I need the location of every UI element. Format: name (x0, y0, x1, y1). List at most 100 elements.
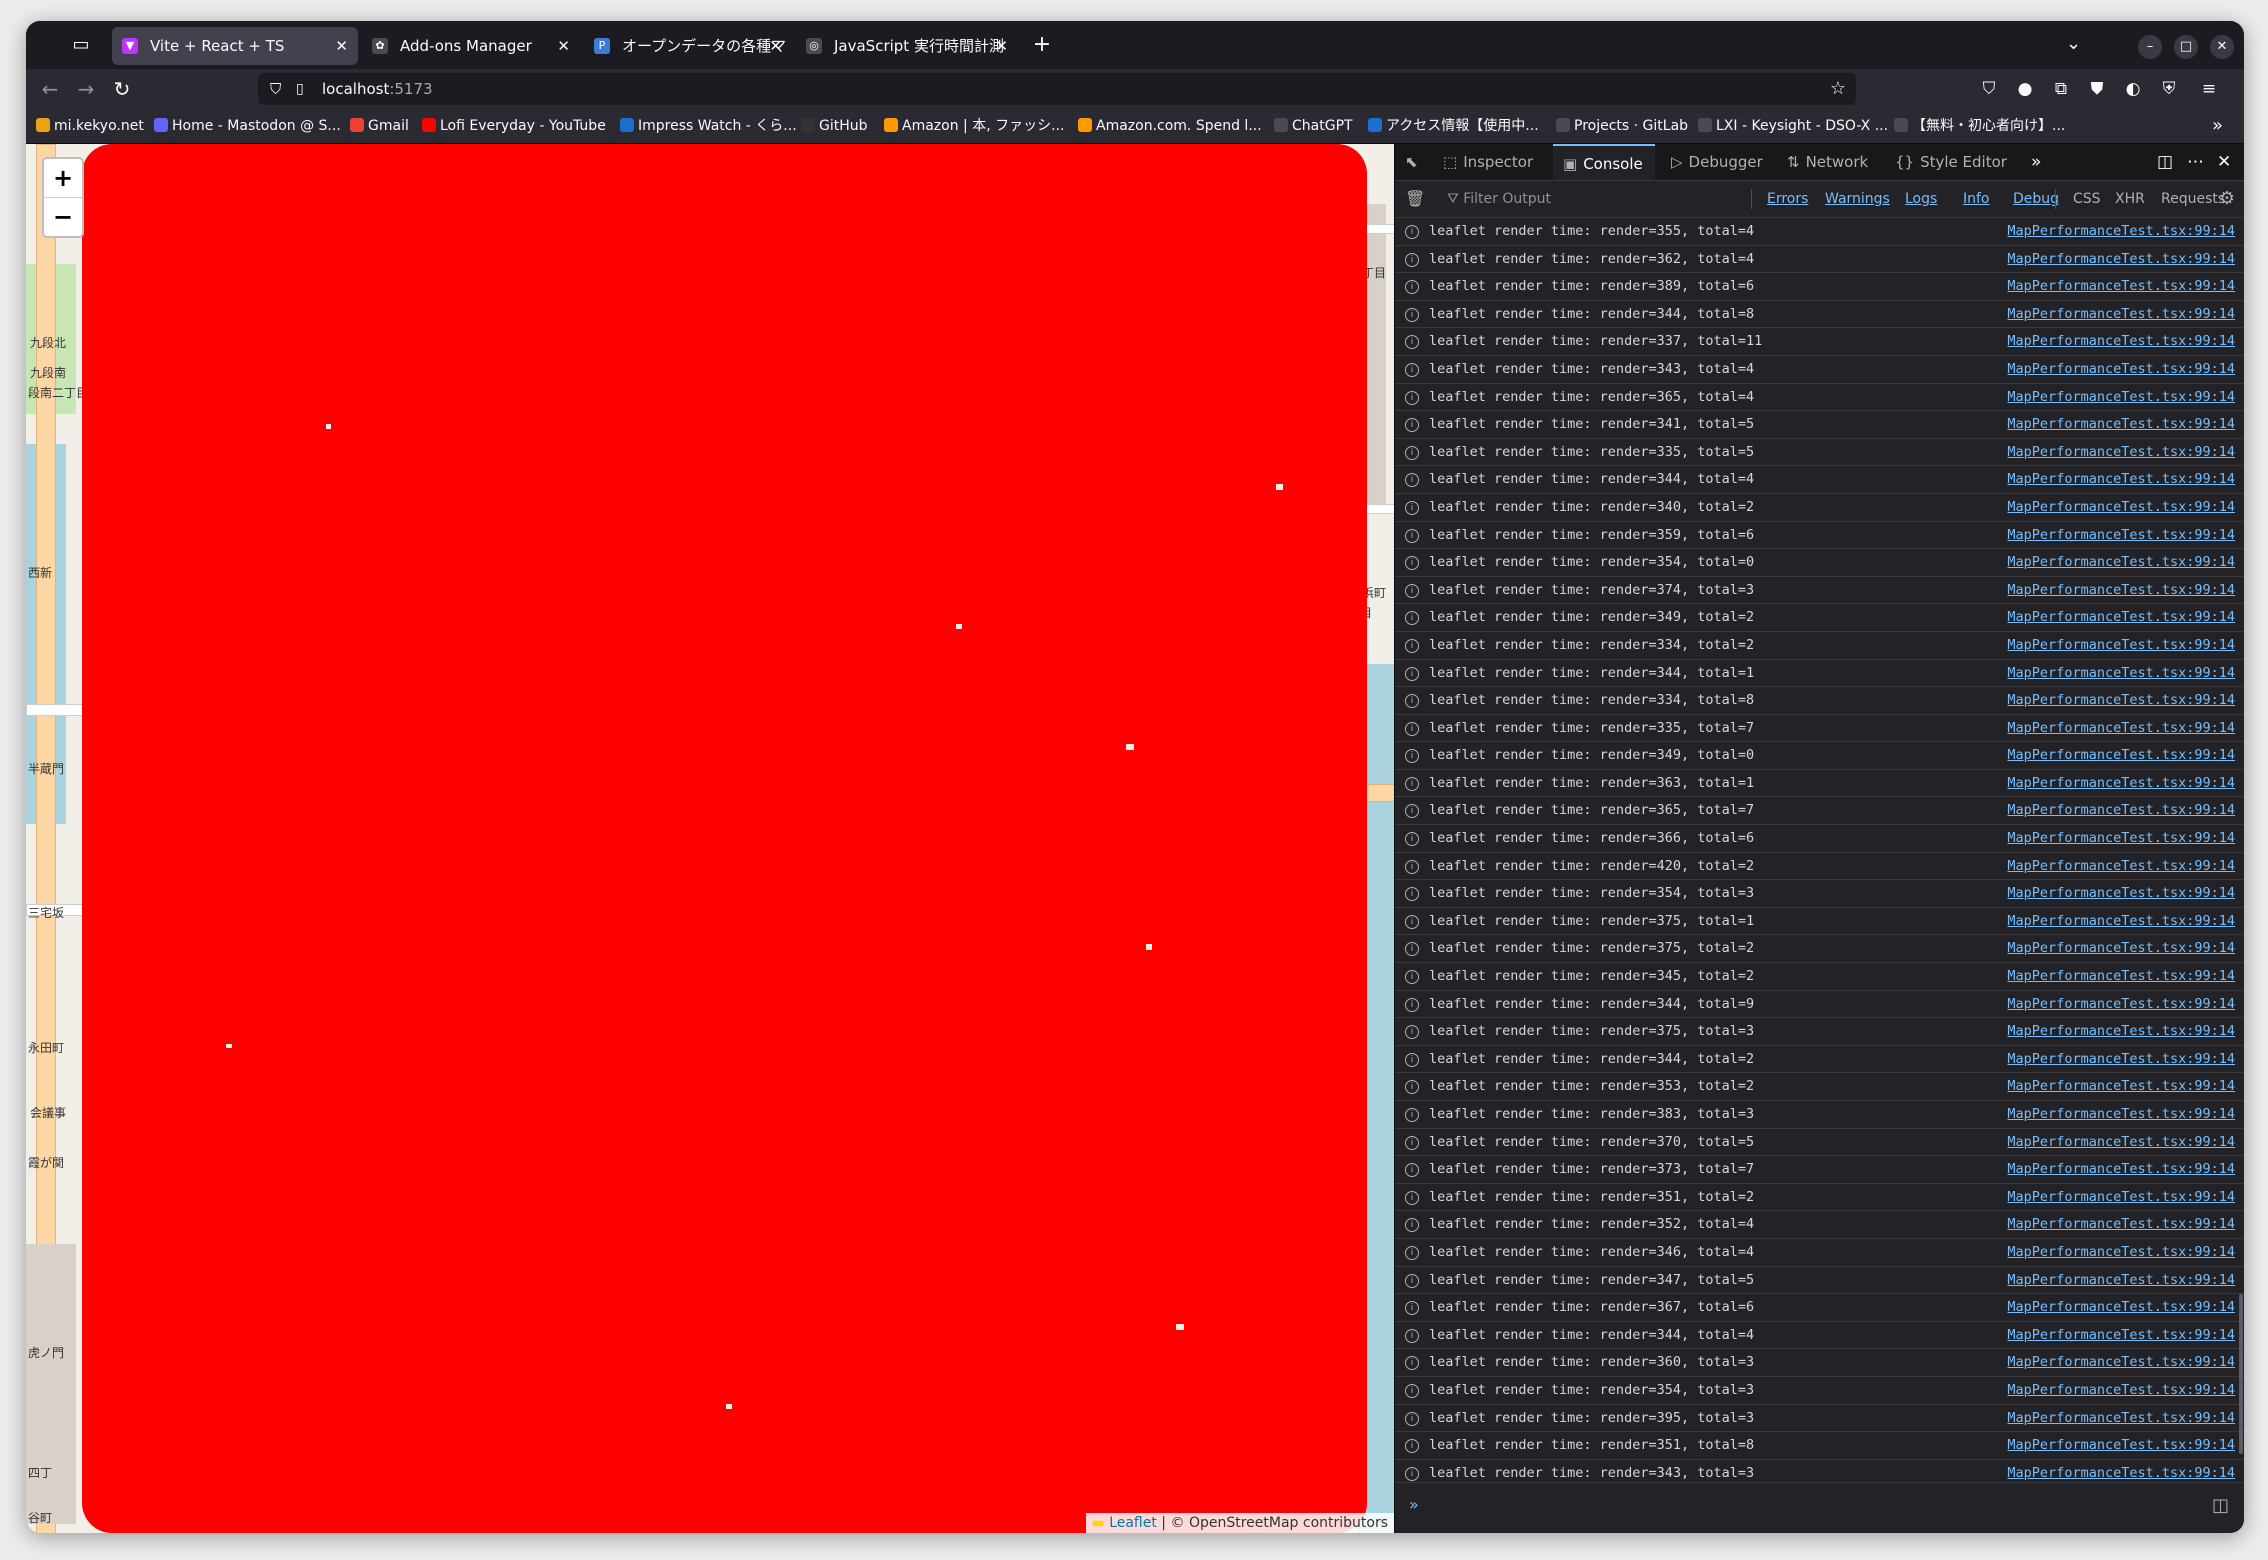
log-source-link[interactable]: MapPerformanceTest.tsx:99:14 (2007, 632, 2235, 659)
editor-mode-icon[interactable]: ◫ (2212, 1495, 2229, 1516)
console-settings-icon[interactable]: ⚙ (2219, 181, 2235, 217)
log-source-link[interactable]: MapPerformanceTest.tsx:99:14 (2007, 577, 2235, 604)
filter-logs[interactable]: Logs (1905, 181, 1937, 217)
filter-requests[interactable]: Requests (2161, 181, 2225, 217)
log-source-link[interactable]: MapPerformanceTest.tsx:99:14 (2007, 935, 2235, 962)
url-bar[interactable]: ⛉ ▯ localhost:5173 ☆ (258, 73, 1856, 105)
log-source-link[interactable]: MapPerformanceTest.tsx:99:14 (2007, 908, 2235, 935)
log-source-link[interactable]: MapPerformanceTest.tsx:99:14 (2007, 991, 2235, 1018)
log-source-link[interactable]: MapPerformanceTest.tsx:99:14 (2007, 1432, 2235, 1459)
translate-icon[interactable]: ◐ (2122, 78, 2144, 100)
log-source-link[interactable]: MapPerformanceTest.tsx:99:14 (2007, 1211, 2235, 1238)
log-source-link[interactable]: MapPerformanceTest.tsx:99:14 (2007, 660, 2235, 687)
extensions-icon[interactable]: ⧉ (2050, 78, 2072, 100)
filter-css[interactable]: CSS (2073, 181, 2101, 217)
log-source-link[interactable]: MapPerformanceTest.tsx:99:14 (2007, 494, 2235, 521)
log-source-link[interactable]: MapPerformanceTest.tsx:99:14 (2007, 1294, 2235, 1321)
close-tab-icon[interactable]: ✕ (335, 27, 348, 65)
log-source-link[interactable]: MapPerformanceTest.tsx:99:14 (2007, 1239, 2235, 1266)
privacy-badger-icon[interactable]: ⛨ (2158, 78, 2180, 100)
log-source-link[interactable]: MapPerformanceTest.tsx:99:14 (2007, 1377, 2235, 1404)
log-source-link[interactable]: MapPerformanceTest.tsx:99:14 (2007, 411, 2235, 438)
log-source-link[interactable]: MapPerformanceTest.tsx:99:14 (2007, 328, 2235, 355)
bookmark-item[interactable]: Projects · GitLab (1556, 109, 1688, 143)
tab-4[interactable]: ◎ JavaScript 実行時間計測 ✕ (796, 27, 1018, 65)
filter-debug[interactable]: Debug (2013, 181, 2059, 217)
minimize-icon[interactable]: – (2138, 35, 2162, 59)
zoom-in-button[interactable]: + (44, 159, 82, 198)
dock-side-icon[interactable]: ◫ (2157, 144, 2173, 180)
log-source-link[interactable]: MapPerformanceTest.tsx:99:14 (2007, 273, 2235, 300)
devtools-tab-network[interactable]: ⇅ Network (1787, 144, 1868, 180)
log-source-link[interactable]: MapPerformanceTest.tsx:99:14 (2007, 963, 2235, 990)
log-source-link[interactable]: MapPerformanceTest.tsx:99:14 (2007, 301, 2235, 328)
log-source-link[interactable]: MapPerformanceTest.tsx:99:14 (2007, 439, 2235, 466)
bookmark-star-icon[interactable]: ☆ (1830, 73, 1846, 105)
log-source-link[interactable]: MapPerformanceTest.tsx:99:14 (2007, 246, 2235, 273)
bookmark-item[interactable]: Amazon | 本, ファッシ... (884, 109, 1064, 143)
clear-console-icon[interactable]: 🗑 (1405, 181, 1425, 217)
log-source-link[interactable]: MapPerformanceTest.tsx:99:14 (2007, 384, 2235, 411)
log-source-link[interactable]: MapPerformanceTest.tsx:99:14 (2007, 825, 2235, 852)
back-icon[interactable]: ← (36, 75, 64, 103)
log-source-link[interactable]: MapPerformanceTest.tsx:99:14 (2007, 1073, 2235, 1100)
page-info-icon[interactable]: ▯ (296, 73, 304, 105)
bookmark-item[interactable]: Home - Mastodon @ S... (154, 109, 341, 143)
marker-cluster-area[interactable] (82, 144, 1367, 1533)
log-source-link[interactable]: MapPerformanceTest.tsx:99:14 (2007, 356, 2235, 383)
more-tools-icon[interactable]: » (2031, 144, 2041, 180)
log-source-link[interactable]: MapPerformanceTest.tsx:99:14 (2007, 1322, 2235, 1349)
extension-avatar-icon[interactable]: ● (2014, 78, 2036, 100)
log-source-link[interactable]: MapPerformanceTest.tsx:99:14 (2007, 797, 2235, 824)
tab-3[interactable]: P オープンデータの各種マ ✕ (584, 27, 792, 65)
log-source-link[interactable]: MapPerformanceTest.tsx:99:14 (2007, 1018, 2235, 1045)
log-source-link[interactable]: MapPerformanceTest.tsx:99:14 (2007, 1405, 2235, 1432)
new-tab-button[interactable]: + (1026, 29, 1058, 61)
leaflet-link[interactable]: Leaflet (1109, 1515, 1157, 1531)
bookmark-item[interactable]: Amazon.com. Spend l... (1078, 109, 1262, 143)
osm-attribution[interactable]: OpenStreetMap contributors (1189, 1515, 1388, 1531)
zoom-out-button[interactable]: − (44, 198, 82, 236)
pocket-icon[interactable]: ⛉ (1978, 78, 2000, 100)
devtools-tab-console[interactable]: ▣ Console (1553, 144, 1655, 180)
tracking-protection-icon[interactable]: ⛉ (270, 73, 281, 105)
ublock-icon[interactable]: ⛊ (2086, 78, 2108, 100)
devtools-menu-icon[interactable]: ⋯ (2187, 144, 2204, 180)
bookmarks-overflow-icon[interactable]: » (2212, 109, 2223, 143)
app-menu-icon[interactable]: ≡ (2198, 78, 2220, 100)
filter-info[interactable]: Info (1963, 181, 1990, 217)
reload-icon[interactable]: ↻ (108, 75, 136, 103)
log-source-link[interactable]: MapPerformanceTest.tsx:99:14 (2007, 1129, 2235, 1156)
log-source-link[interactable]: MapPerformanceTest.tsx:99:14 (2007, 1046, 2235, 1073)
maximize-icon[interactable]: □ (2174, 35, 2198, 59)
bookmark-item[interactable]: Gmail (350, 109, 409, 143)
log-source-link[interactable]: MapPerformanceTest.tsx:99:14 (2007, 1267, 2235, 1294)
bookmark-item[interactable]: Impress Watch - くら... (620, 109, 797, 143)
console-scrollbar[interactable] (2239, 1294, 2243, 1454)
log-source-link[interactable]: MapPerformanceTest.tsx:99:14 (2007, 1156, 2235, 1183)
bookmark-item[interactable]: mi.kekyo.net (36, 109, 144, 143)
close-tab-icon[interactable]: ✕ (769, 27, 782, 65)
leaflet-map[interactable]: 九段北九段南段南二丁目半蔵門三宅坂永田町会議事霞が関虎ノ門西新四丁谷町日本橋浜町… (26, 144, 1394, 1533)
filter-output-input[interactable]: ⛛ Filter Output (1447, 181, 1747, 217)
bookmark-item[interactable]: 【無料・初心者向け】... (1894, 109, 2065, 143)
close-tab-icon[interactable]: ✕ (557, 27, 570, 65)
log-source-link[interactable]: MapPerformanceTest.tsx:99:14 (2007, 1101, 2235, 1128)
tab-1[interactable]: ▼ Vite + React + TS ✕ (112, 27, 358, 65)
bookmark-item[interactable]: ChatGPT (1274, 109, 1353, 143)
log-source-link[interactable]: MapPerformanceTest.tsx:99:14 (2007, 466, 2235, 493)
bookmark-item[interactable]: LXI - Keysight - DSO-X ... (1698, 109, 1888, 143)
log-source-link[interactable]: MapPerformanceTest.tsx:99:14 (2007, 770, 2235, 797)
tab-2[interactable]: ✿ Add-ons Manager ✕ (362, 27, 580, 65)
forward-icon[interactable]: → (72, 75, 100, 103)
log-source-link[interactable]: MapPerformanceTest.tsx:99:14 (2007, 1460, 2235, 1483)
filter-errors[interactable]: Errors (1767, 181, 1808, 217)
filter-xhr[interactable]: XHR (2115, 181, 2145, 217)
log-source-link[interactable]: MapPerformanceTest.tsx:99:14 (2007, 522, 2235, 549)
log-source-link[interactable]: MapPerformanceTest.tsx:99:14 (2007, 742, 2235, 769)
devtools-tab-inspector[interactable]: ⬚ Inspector (1443, 144, 1533, 180)
log-source-link[interactable]: MapPerformanceTest.tsx:99:14 (2007, 1349, 2235, 1376)
close-window-icon[interactable]: ✕ (2210, 35, 2234, 59)
log-source-link[interactable]: MapPerformanceTest.tsx:99:14 (2007, 715, 2235, 742)
url-text[interactable]: localhost:5173 (322, 73, 433, 105)
